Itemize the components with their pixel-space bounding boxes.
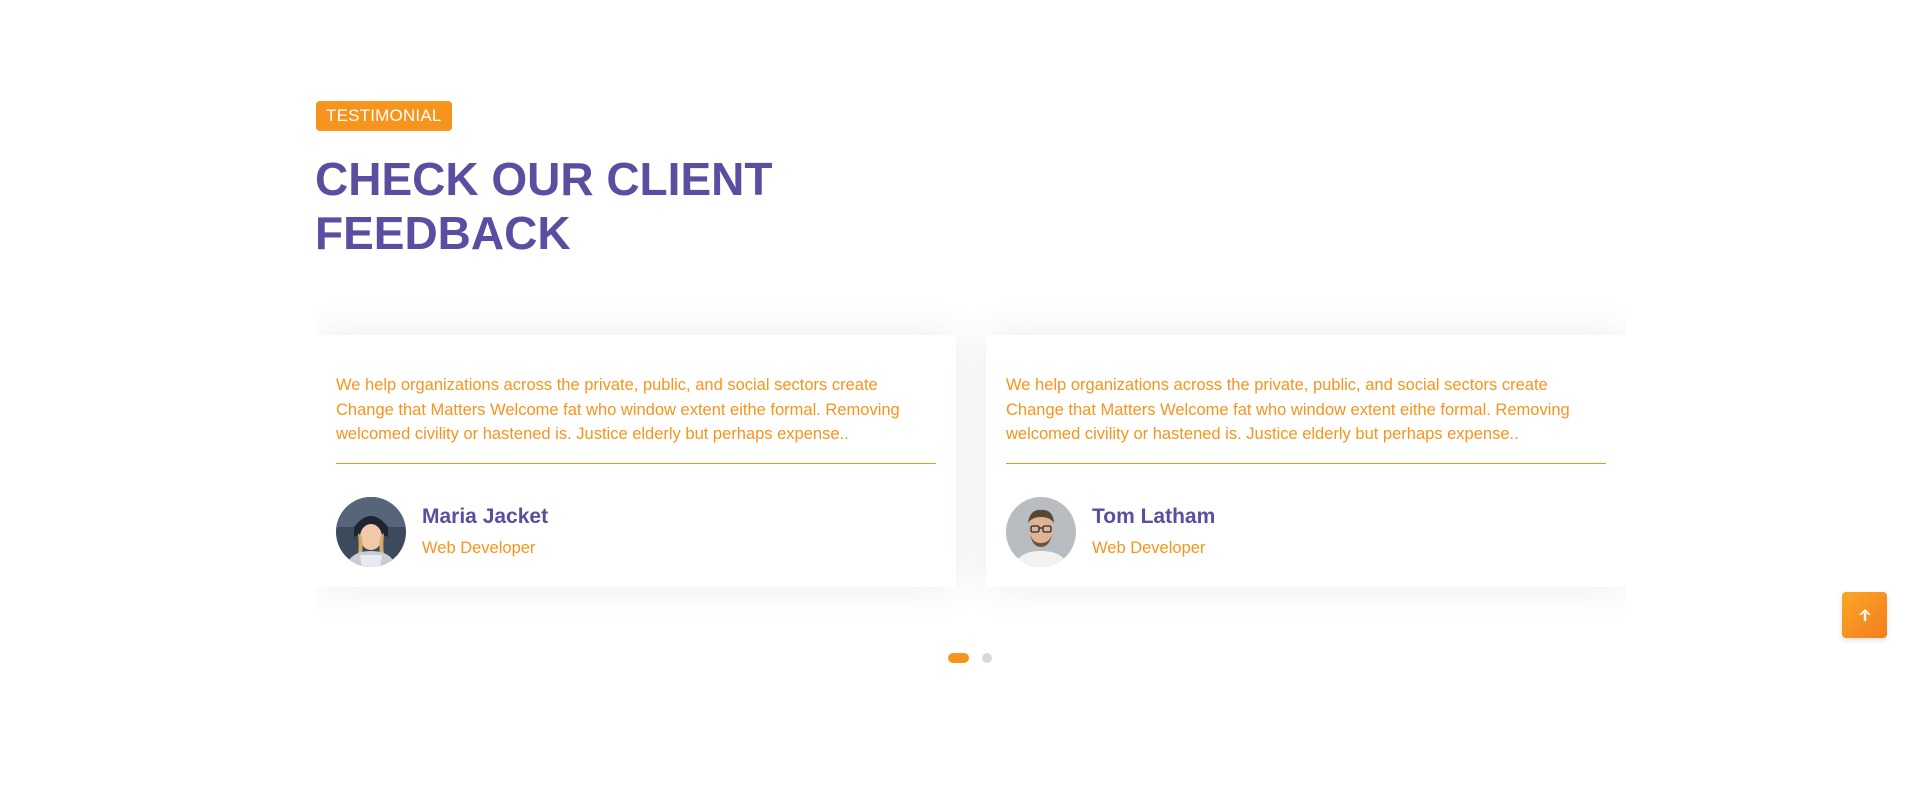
section-title-line-2: FEEDBACK: [315, 207, 571, 259]
testimonial-section: TESTIMONIAL CHECK OUR CLIENT FEEDBACK We…: [0, 0, 1920, 787]
man-avatar-photo: [1006, 497, 1076, 567]
testimonial-author-role: Web Developer: [1092, 539, 1206, 557]
testimonial-quote: We help organizations across the private…: [1006, 376, 1570, 443]
card-divider: [336, 463, 936, 464]
testimonial-card: We help organizations across the private…: [316, 335, 956, 587]
scroll-to-top-button[interactable]: [1842, 592, 1887, 638]
testimonial-author-name: Tom Latham: [1092, 505, 1216, 528]
section-badge: TESTIMONIAL: [316, 101, 452, 131]
testimonial-author-role: Web Developer: [422, 539, 536, 557]
testimonial-carousel[interactable]: We help organizations across the private…: [316, 290, 1626, 650]
card-divider: [1006, 463, 1606, 464]
section-title: CHECK OUR CLIENT FEEDBACK: [315, 152, 1015, 260]
testimonial-card: We help organizations across the private…: [986, 335, 1626, 587]
pagination-dot[interactable]: [982, 653, 992, 663]
testimonial-author-name: Maria Jacket: [422, 505, 549, 528]
woman-avatar-photo: [336, 497, 406, 567]
pagination-dot-active[interactable]: [948, 653, 969, 663]
section-title-line-1: CHECK OUR CLIENT: [315, 153, 773, 205]
testimonial-quote: We help organizations across the private…: [336, 376, 900, 443]
arrow-up-icon: [1858, 609, 1871, 621]
